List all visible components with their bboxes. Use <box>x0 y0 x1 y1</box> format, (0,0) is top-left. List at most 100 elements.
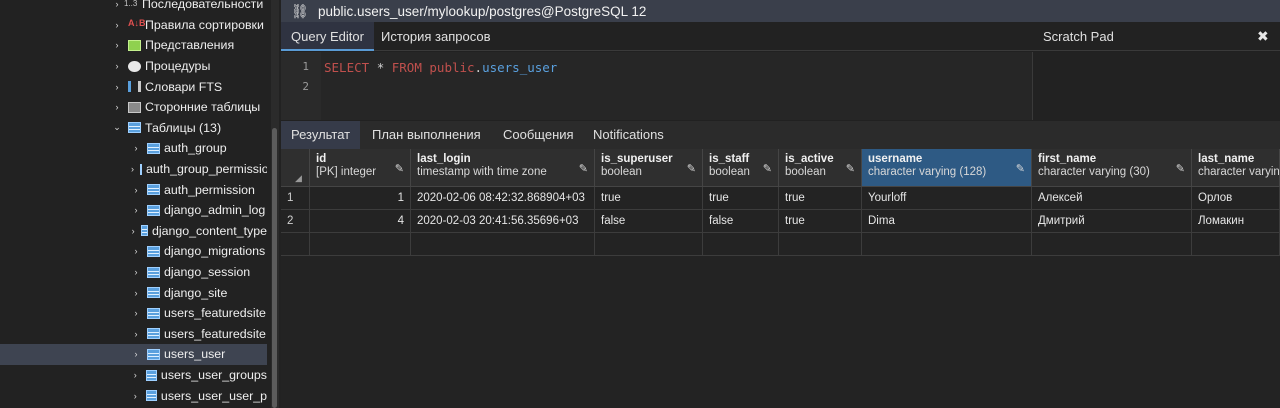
tab-query-history[interactable]: История запросов <box>371 22 501 51</box>
grid-cell[interactable]: Дмитрий <box>1032 210 1192 233</box>
chevron-down-icon[interactable]: ⌄ <box>112 122 122 133</box>
chevron-right-icon[interactable]: › <box>112 40 122 50</box>
column-header[interactable]: is_superuser boolean ✎ <box>595 149 703 187</box>
close-icon[interactable]: ✖ <box>1257 28 1269 45</box>
tree-item[interactable]: › users_user <box>0 344 267 365</box>
grid-cell[interactable]: true <box>779 210 862 233</box>
tree-item[interactable]: › Сторонние таблицы <box>0 97 267 118</box>
tab-query-editor[interactable]: Query Editor <box>281 22 374 51</box>
chevron-right-icon[interactable]: › <box>131 391 140 401</box>
grid-cell[interactable] <box>1192 233 1280 256</box>
grid-cell[interactable] <box>310 233 411 256</box>
grid-cell[interactable]: Алексей <box>1032 187 1192 210</box>
grid-cell[interactable]: false <box>595 210 703 233</box>
column-header[interactable]: last_name character varying <box>1192 149 1280 187</box>
tree-item[interactable]: › django_site <box>0 282 267 303</box>
chevron-right-icon[interactable]: › <box>131 349 141 359</box>
chevron-right-icon[interactable]: › <box>131 288 141 298</box>
chevron-right-icon[interactable]: › <box>131 185 141 195</box>
grid-cell[interactable]: true <box>779 187 862 210</box>
table-icon <box>147 142 160 154</box>
tree-item[interactable]: › django_admin_log <box>0 200 267 221</box>
column-type: character varying (128) <box>868 166 987 178</box>
tree-item[interactable]: › users_user_groups <box>0 365 267 386</box>
tab-result[interactable]: Результат <box>281 121 361 149</box>
tree-item[interactable]: › Словари FTS <box>0 76 267 97</box>
grid-cell[interactable]: 1 <box>310 187 411 210</box>
sql-editor[interactable]: 1 2 SELECT * FROM public.users_user <box>281 52 1032 120</box>
grid-cell[interactable] <box>595 233 703 256</box>
pencil-icon: ✎ <box>394 163 404 175</box>
tree-item[interactable]: › auth_permission <box>0 179 267 200</box>
query-tool-title: public.users_user/mylookup/postgres@Post… <box>318 3 647 19</box>
column-header[interactable]: username character varying (128) ✎ <box>862 149 1032 187</box>
pencil-icon: ✎ <box>686 163 696 175</box>
grid-cell[interactable]: Dima <box>862 210 1032 233</box>
grid-cell[interactable]: Орлов <box>1192 187 1280 210</box>
grid-cell[interactable]: false <box>703 210 779 233</box>
column-header[interactable]: is_active boolean ✎ <box>779 149 862 187</box>
chevron-right-icon[interactable]: › <box>131 370 140 380</box>
chevron-right-icon[interactable]: › <box>112 61 122 71</box>
tree-item[interactable]: › users_user_user_p <box>0 385 267 406</box>
tree-item[interactable]: › users_featuredsite <box>0 324 267 345</box>
tree-item[interactable]: › A↓B Правила сортировки <box>0 15 267 36</box>
chevron-right-icon[interactable]: › <box>131 226 135 236</box>
chevron-right-icon[interactable]: › <box>112 102 122 112</box>
chevron-right-icon[interactable]: › <box>131 246 141 256</box>
grid-cell[interactable]: true <box>595 187 703 210</box>
chevron-right-icon[interactable]: › <box>112 20 122 30</box>
tree-item[interactable]: › auth_group_permissions <box>0 159 267 180</box>
grid-cell[interactable] <box>862 233 1032 256</box>
column-header[interactable]: is_staff boolean ✎ <box>703 149 779 187</box>
tree-item[interactable]: › Представления <box>0 35 267 56</box>
grid-cell[interactable]: true <box>703 187 779 210</box>
chevron-right-icon[interactable]: › <box>131 164 134 174</box>
grid-cell[interactable]: 2020-02-03 20:41:56.35696+03 <box>411 210 595 233</box>
grid-cell[interactable] <box>411 233 595 256</box>
tab-messages[interactable]: Сообщения <box>493 121 584 149</box>
tab-explain-plan[interactable]: План выполнения <box>362 121 491 149</box>
tree-item[interactable]: › django_session <box>0 262 267 283</box>
tree-item[interactable]: › django_migrations <box>0 241 267 262</box>
column-header[interactable]: last_login timestamp with time zone ✎ <box>411 149 595 187</box>
procedure-icon <box>128 60 141 72</box>
tree-item[interactable]: › auth_group <box>0 138 267 159</box>
grid-cell[interactable]: 4 <box>310 210 411 233</box>
tree-item[interactable]: › 1..3 Последовательности <box>0 0 267 15</box>
grid-cell[interactable]: Yourloff <box>862 187 1032 210</box>
tab-scratch-pad[interactable]: Scratch Pad <box>1043 22 1114 51</box>
tree-item[interactable]: ⌄ Таблицы (13) <box>0 118 267 139</box>
tree-item-label: users_user_groups <box>160 368 267 383</box>
tree-item[interactable]: › django_content_type <box>0 221 267 242</box>
tree-item-label: users_user <box>164 347 226 362</box>
tree-item-label: users_user_user_p <box>160 388 267 403</box>
row-number[interactable] <box>281 233 310 256</box>
tree-item[interactable]: › users_featuredsite <box>0 303 267 324</box>
grid-cell[interactable]: 2020-02-06 08:42:32.868904+03 <box>411 187 595 210</box>
chevron-right-icon[interactable]: › <box>131 143 141 153</box>
chevron-right-icon[interactable]: › <box>131 329 141 339</box>
chevron-right-icon[interactable]: › <box>131 205 141 215</box>
tree-item-label: Последовательности <box>142 0 264 12</box>
sql-code-line[interactable]: SELECT * FROM public.users_user <box>324 60 557 75</box>
chevron-right-icon[interactable]: › <box>112 82 122 92</box>
chevron-right-icon[interactable]: › <box>112 0 122 9</box>
tab-notifications[interactable]: Notifications <box>583 121 674 149</box>
tree-item[interactable]: › Процедуры <box>0 56 267 77</box>
row-number[interactable]: 1 <box>281 187 310 210</box>
chevron-right-icon[interactable]: › <box>131 267 141 277</box>
table-icon <box>147 266 160 278</box>
grid-cell[interactable] <box>779 233 862 256</box>
row-number[interactable]: 2 <box>281 210 310 233</box>
sql-dot: . <box>474 60 483 75</box>
grid-cell[interactable] <box>703 233 779 256</box>
grid-cell[interactable]: Ломакин <box>1192 210 1280 233</box>
scratch-pad-area[interactable] <box>1032 52 1280 120</box>
tree-scrollbar-thumb[interactable] <box>272 128 277 408</box>
grid-corner-cell[interactable]: ◢ <box>281 149 310 187</box>
column-header[interactable]: id [PK] integer ✎ <box>310 149 411 187</box>
column-header[interactable]: first_name character varying (30) ✎ <box>1032 149 1192 187</box>
grid-cell[interactable] <box>1032 233 1192 256</box>
chevron-right-icon[interactable]: › <box>131 308 141 318</box>
